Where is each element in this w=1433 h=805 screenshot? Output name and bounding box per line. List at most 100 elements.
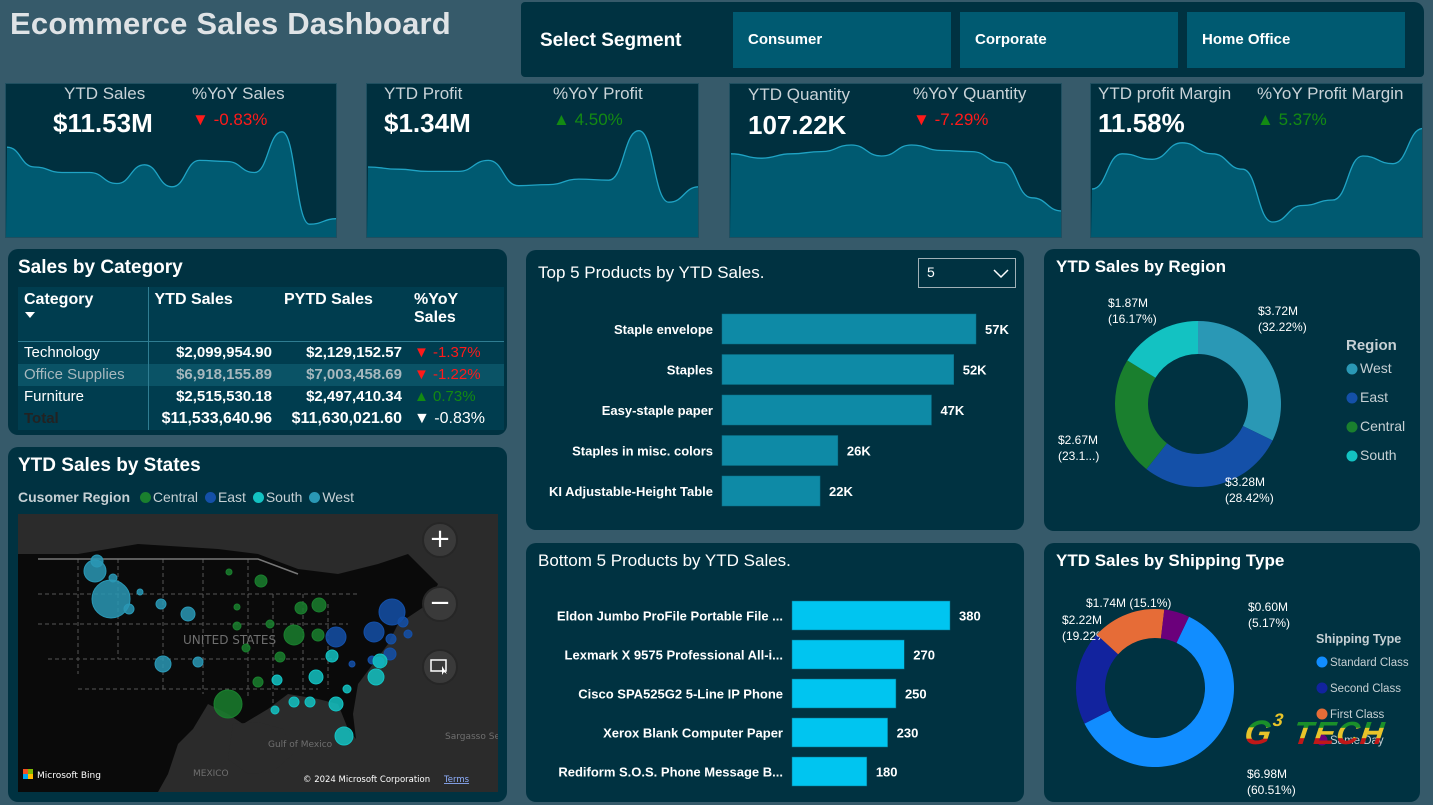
map-bubble[interactable]	[232, 621, 242, 631]
legend-marker[interactable]	[1316, 682, 1328, 694]
legend-item-label[interactable]: East	[1360, 389, 1388, 405]
sparkline-area	[6, 131, 336, 237]
region-donut-card: YTD Sales by Region $3.72M (32.22%) $3.28M…	[1044, 249, 1420, 531]
map-bubble[interactable]	[90, 554, 104, 568]
kpi-label: YTD profit Margin	[1098, 84, 1232, 103]
bar[interactable]	[721, 394, 932, 426]
table-total-row: Total $11,533,640.96 $11,630,021.60 ▼ -0…	[18, 407, 504, 430]
map-bubble[interactable]	[403, 629, 413, 639]
kpi-change-label: %YoY Sales	[192, 84, 285, 103]
legend-item-label[interactable]: Central	[1360, 418, 1405, 434]
segment-slicer-label: Select Segment	[540, 30, 682, 51]
column-header-category[interactable]: Category	[18, 287, 149, 342]
column-header-pytd-sales[interactable]: PYTD Sales	[278, 287, 408, 342]
donut-pct-label: (60.51%)	[1247, 783, 1296, 797]
map-bubble[interactable]	[155, 598, 167, 610]
select-region-button[interactable]	[422, 649, 458, 685]
top-products-bar-chart: Staple envelope 57K Staples 52K Easy-staple …	[549, 313, 1009, 507]
map-bubble[interactable]	[348, 660, 356, 668]
legend-item-east[interactable]: East	[204, 489, 246, 505]
map-bubble[interactable]	[367, 668, 385, 686]
segment-option-corporate[interactable]: Corporate	[960, 12, 1178, 68]
bar[interactable]	[791, 756, 868, 787]
map-bubble[interactable]	[233, 603, 241, 611]
cell-total-label: Total	[18, 407, 149, 430]
bar[interactable]	[721, 435, 839, 466]
sparkline-area	[1091, 128, 1422, 237]
map-label-gulf: Gulf of Mexico	[268, 740, 333, 750]
legend-item-south[interactable]: South	[252, 489, 302, 505]
bar[interactable]	[791, 600, 951, 631]
legend-item-west[interactable]: West	[309, 489, 354, 505]
table-row[interactable]: Office Supplies $6,918,155.89 $7,003,458…	[18, 363, 504, 386]
bar[interactable]	[791, 717, 888, 748]
map-bubble[interactable]	[265, 619, 275, 629]
map-bubble[interactable]	[311, 597, 327, 613]
map-bubble[interactable]	[311, 628, 325, 642]
bar[interactable]	[721, 354, 954, 385]
kpi-sparkline	[730, 144, 1061, 237]
map-bubble[interactable]	[213, 689, 243, 719]
map-bubble[interactable]	[154, 655, 172, 673]
donut-slice-central[interactable]	[1115, 360, 1167, 470]
rectangle-select-icon	[430, 659, 447, 675]
map-bubble[interactable]	[328, 696, 344, 712]
zoom-in-button[interactable]: +	[422, 522, 458, 558]
map-bubble[interactable]	[254, 574, 268, 588]
map-bubble[interactable]	[192, 656, 204, 668]
map-bubble[interactable]	[334, 726, 354, 746]
map-bubble[interactable]	[252, 676, 264, 688]
bar[interactable]	[791, 678, 897, 709]
map-legend-title: Cusomer Region	[18, 489, 131, 505]
legend-marker[interactable]	[1346, 392, 1358, 404]
map-bubble[interactable]	[225, 568, 233, 576]
map-bubble[interactable]	[91, 579, 131, 619]
map-bubble[interactable]	[271, 674, 283, 686]
map-bubble[interactable]	[241, 643, 251, 653]
map-bubble[interactable]	[274, 651, 286, 663]
legend-item-label[interactable]: Second Class	[1330, 683, 1401, 695]
map-bubble[interactable]	[308, 669, 324, 685]
kpi-change-label: %YoY Quantity	[913, 84, 1027, 103]
map-bubble[interactable]	[325, 626, 347, 648]
legend-item-label[interactable]: West	[1360, 360, 1392, 376]
map-bubble[interactable]	[270, 705, 280, 715]
legend-marker[interactable]	[1316, 656, 1328, 668]
legend-marker[interactable]	[1346, 450, 1358, 462]
donut-slice-west[interactable]	[1198, 321, 1281, 441]
map-bubble[interactable]	[294, 601, 308, 615]
cell-ytd-sales: $2,099,954.90	[148, 341, 278, 364]
map-bubble[interactable]	[363, 621, 385, 643]
map-bubble[interactable]	[385, 633, 397, 645]
segment-option-consumer[interactable]: Consumer	[733, 12, 951, 68]
legend-marker[interactable]	[1346, 363, 1358, 375]
segment-option-home-office[interactable]: Home Office	[1187, 12, 1405, 68]
map-bubble[interactable]	[325, 649, 339, 663]
us-map[interactable]: UNITED STATES Gulf of Mexico MEXICO Sarg…	[18, 514, 498, 792]
legend-item-label[interactable]: Standard Class	[1330, 657, 1409, 669]
legend-marker[interactable]	[1346, 421, 1358, 433]
map-terms-link[interactable]: Terms	[443, 775, 470, 785]
map-bubble[interactable]	[372, 653, 388, 669]
column-header-yoy-sales[interactable]: %YoY Sales	[408, 287, 504, 342]
table-row[interactable]: Furniture $2,515,530.18 $2,497,410.34 ▲ …	[18, 385, 504, 408]
bar[interactable]	[791, 639, 905, 670]
table-row[interactable]: Technology $2,099,954.90 $2,129,152.57 ▼…	[18, 341, 504, 364]
map-bubble[interactable]	[288, 696, 300, 708]
map-bubble[interactable]	[342, 684, 352, 694]
map-bubble[interactable]	[123, 603, 135, 615]
donut-pct-label: (32.22%)	[1258, 320, 1307, 334]
legend-item-label[interactable]: South	[1360, 447, 1397, 463]
bar[interactable]	[721, 313, 977, 345]
bar[interactable]	[721, 475, 821, 507]
sort-descending-icon[interactable]	[25, 312, 35, 318]
zoom-out-button[interactable]: −	[422, 586, 458, 622]
map-bubble[interactable]	[283, 624, 305, 646]
map-bubble[interactable]	[304, 696, 316, 708]
map-bubble[interactable]	[136, 588, 144, 596]
column-header-ytd-sales[interactable]: YTD Sales	[148, 287, 278, 342]
map-bubble[interactable]	[397, 616, 409, 628]
cell-pytd-sales: $7,003,458.69	[278, 363, 408, 386]
legend-item-central[interactable]: Central	[139, 489, 198, 505]
map-bubble[interactable]	[180, 606, 196, 622]
